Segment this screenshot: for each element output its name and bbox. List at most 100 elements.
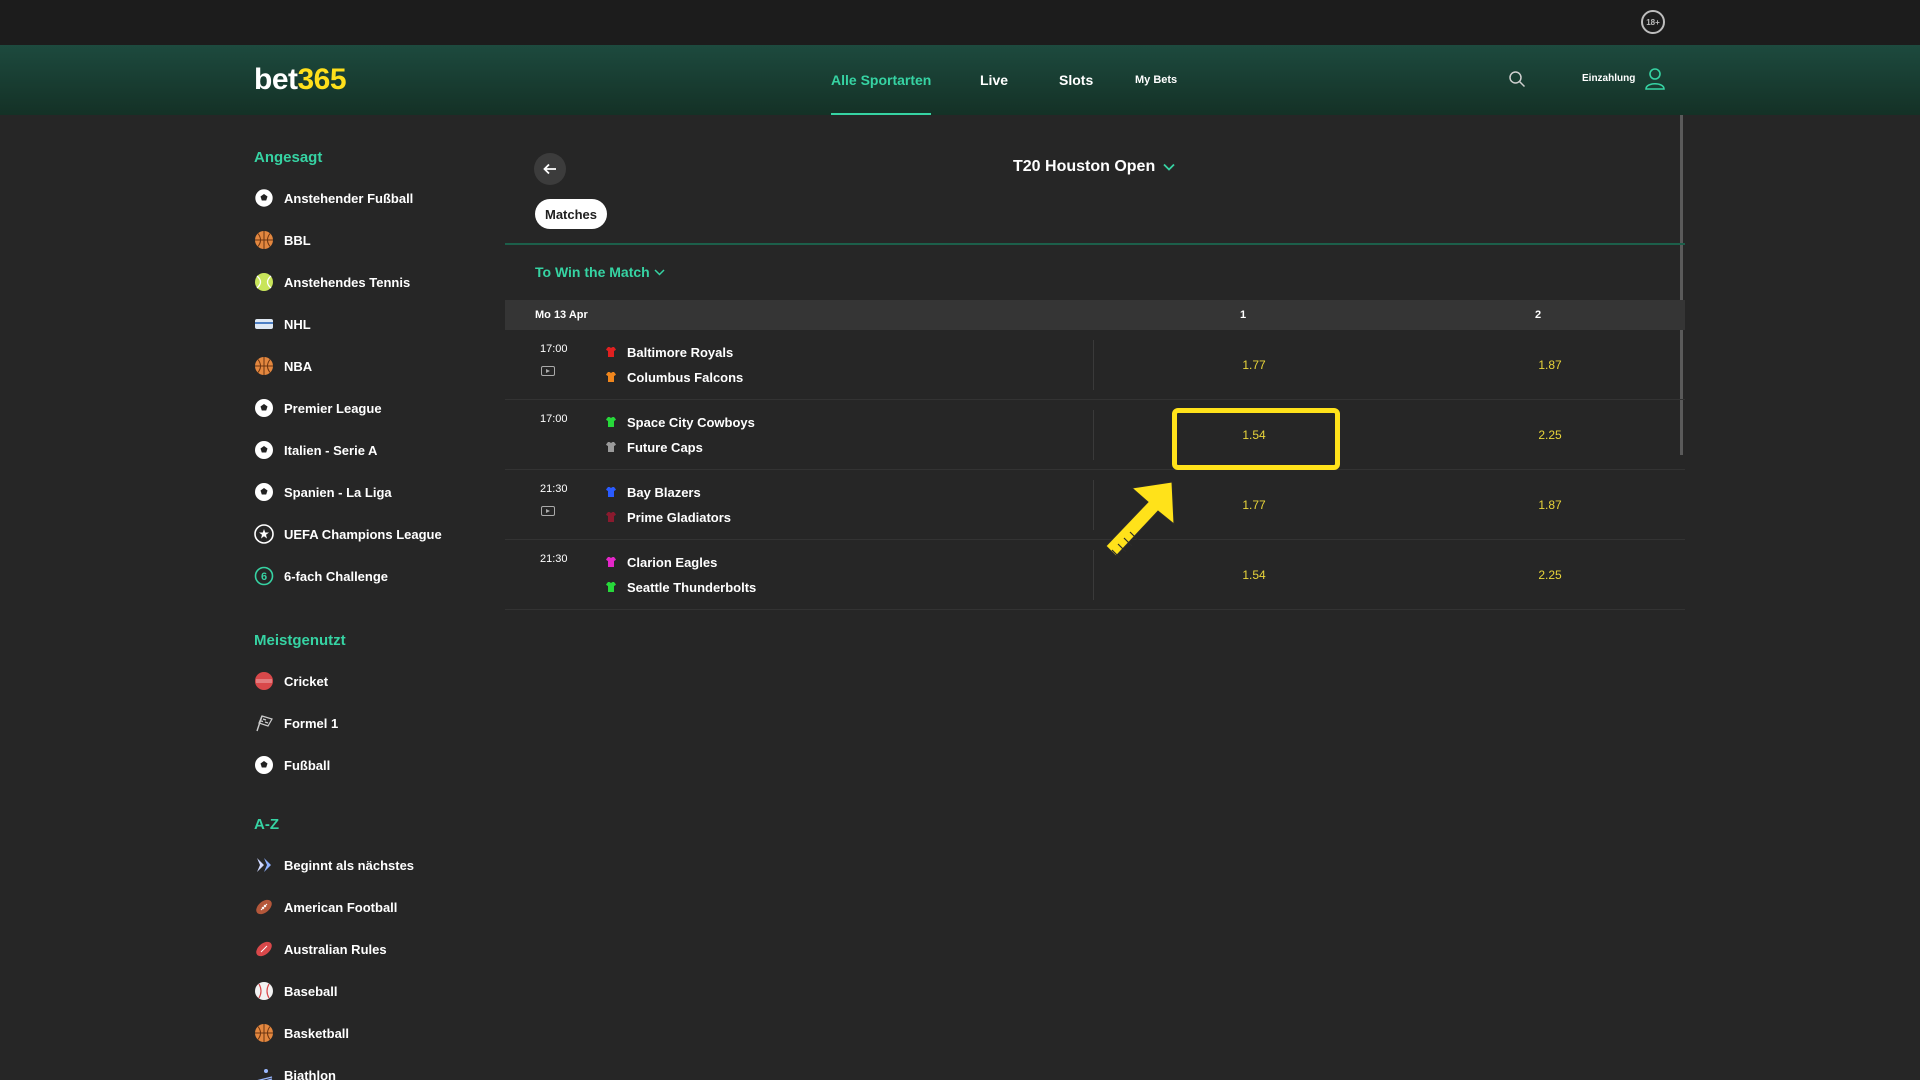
match-time: 17:00 xyxy=(540,343,568,355)
tennis-ball-icon xyxy=(254,272,274,292)
home-team[interactable]: Clarion Eagles xyxy=(605,554,717,570)
aussie-rules-icon xyxy=(254,939,274,959)
team-name: Prime Gladiators xyxy=(627,509,732,525)
sidebar-item-baseball[interactable]: Baseball xyxy=(254,979,337,1003)
team-name: Baltimore Royals xyxy=(627,344,734,360)
sidebar-item-label: Baseball xyxy=(284,983,338,999)
bet365-logo[interactable]: bet365 xyxy=(254,63,347,97)
sidebar-item-label: Anstehender Fußball xyxy=(284,190,414,206)
sidebar-item-upcoming-football[interactable]: Anstehender Fußball xyxy=(254,186,413,210)
search-icon[interactable] xyxy=(1508,70,1526,88)
column-divider xyxy=(1093,480,1094,530)
section-title-featured: Angesagt xyxy=(254,149,323,166)
team-shirt-icon xyxy=(606,487,616,497)
match-time: 17:00 xyxy=(540,413,568,425)
deposit-button[interactable]: Einzahlung xyxy=(1582,73,1635,84)
sidebar-item-bbl[interactable]: BBL xyxy=(254,228,311,252)
sidebar-item-nhl[interactable]: NHL xyxy=(254,312,311,336)
soccer-ball-icon xyxy=(254,398,274,418)
odds-button-1[interactable]: 1.77 xyxy=(1169,330,1339,400)
table-row[interactable]: 17:00 Baltimore Royals Columbus Falcons 1.7… xyxy=(505,330,1685,400)
cricket-ball-icon xyxy=(254,671,274,691)
live-stream-icon[interactable] xyxy=(541,506,555,516)
odds-button-2[interactable]: 1.87 xyxy=(1465,330,1635,400)
nav-slots[interactable]: Slots xyxy=(1059,45,1093,115)
racing-flag-icon xyxy=(254,713,274,733)
sidebar-item-label: American Football xyxy=(284,899,398,915)
soccer-ball-icon xyxy=(254,482,274,502)
home-team[interactable]: Space City Cowboys xyxy=(605,414,755,430)
highlight-box xyxy=(1172,408,1340,470)
main-header: bet365 Alle Sportarten Live Slots My Bet… xyxy=(0,45,1920,115)
date-label: Mo 13 Apr xyxy=(535,309,588,321)
table-row[interactable]: 21:30 Bay Blazers Prime Gladiators 1.77 1.87 xyxy=(505,470,1685,540)
market-selector[interactable]: To Win the Match xyxy=(535,264,665,280)
column-header-2: 2 xyxy=(1535,309,1542,321)
team-shirt-icon xyxy=(606,512,616,522)
column-divider xyxy=(1093,340,1094,390)
team-shirt-icon xyxy=(606,347,616,357)
nav-all-sports[interactable]: Alle Sportarten xyxy=(831,45,932,115)
sidebar-item-la-liga[interactable]: Spanien - La Liga xyxy=(254,480,392,504)
baseball-icon xyxy=(254,981,274,1001)
sidebar-item-label: Formel 1 xyxy=(284,715,339,731)
back-button[interactable] xyxy=(534,153,566,185)
sidebar-item-upcoming-tennis[interactable]: Anstehendes Tennis xyxy=(254,270,410,294)
team-name: Clarion Eagles xyxy=(627,554,718,570)
team-shirt-icon xyxy=(606,582,616,592)
nav-live[interactable]: Live xyxy=(980,45,1008,115)
top-strip: 18+ xyxy=(0,0,1920,45)
nav-my-bets[interactable]: My Bets xyxy=(1135,45,1177,115)
table-row[interactable]: 21:30 Clarion Eagles Seattle Thunderbolts 1… xyxy=(505,540,1685,610)
odds-button-2[interactable]: 1.87 xyxy=(1465,470,1635,540)
sidebar-item-label: Premier League xyxy=(284,400,382,416)
basketball-icon xyxy=(254,230,274,250)
team-name: Future Caps xyxy=(627,439,703,455)
sidebar-item-biathlon[interactable]: Biathlon xyxy=(254,1063,336,1080)
column-divider xyxy=(1093,410,1094,460)
sidebar-item-label: BBL xyxy=(284,232,311,248)
sidebar-item-serie-a[interactable]: Italien - Serie A xyxy=(254,438,377,462)
sports-sidebar xyxy=(0,115,505,1080)
chevron-down-icon xyxy=(654,268,665,276)
odds-button-1[interactable]: 1.77 xyxy=(1169,470,1339,540)
away-team[interactable]: Future Caps xyxy=(605,439,703,455)
sidebar-item-label: Biathlon xyxy=(284,1067,336,1080)
table-row[interactable]: 17:00 Space City Cowboys Future Caps 1.54 2.… xyxy=(505,400,1685,470)
ice-hockey-icon xyxy=(254,314,274,334)
live-stream-icon[interactable] xyxy=(541,366,555,376)
sidebar-item-starting-next[interactable]: Beginnt als nächstes xyxy=(254,853,414,877)
sidebar-item-cricket[interactable]: Cricket xyxy=(254,669,328,693)
column-header-1: 1 xyxy=(1240,309,1247,321)
basketball-icon xyxy=(254,356,274,376)
sidebar-item-label: NBA xyxy=(284,358,313,374)
soccer-ball-icon xyxy=(254,440,274,460)
home-team[interactable]: Baltimore Royals xyxy=(605,344,733,360)
sidebar-item-nba[interactable]: NBA xyxy=(254,354,312,378)
section-title-most-used: Meistgenutzt xyxy=(254,632,346,649)
away-team[interactable]: Seattle Thunderbolts xyxy=(605,579,756,595)
sidebar-item-6-challenge[interactable]: 6 6-fach Challenge xyxy=(254,564,388,588)
sidebar-item-basketball[interactable]: Basketball xyxy=(254,1021,349,1045)
home-team[interactable]: Bay Blazers xyxy=(605,484,701,500)
away-team[interactable]: Columbus Falcons xyxy=(605,369,743,385)
section-title-a-z: A-Z xyxy=(254,816,279,833)
sidebar-item-american-football[interactable]: American Football xyxy=(254,895,397,919)
sidebar-item-formula-1[interactable]: Formel 1 xyxy=(254,711,338,735)
column-divider xyxy=(1093,550,1094,600)
tab-matches[interactable]: Matches xyxy=(535,199,608,229)
competition-selector[interactable]: T20 Houston Open xyxy=(1013,158,1175,176)
team-shirt-icon xyxy=(606,372,616,382)
arrow-left-icon xyxy=(543,163,556,175)
odds-button-2[interactable]: 2.25 xyxy=(1465,540,1635,610)
odds-button-1[interactable]: 1.54 xyxy=(1169,540,1339,610)
sidebar-item-australian-rules[interactable]: Australian Rules xyxy=(254,937,387,961)
team-name: Seattle Thunderbolts xyxy=(627,579,757,595)
sidebar-item-champions-league[interactable]: UEFA Champions League xyxy=(254,522,442,546)
odds-button-2[interactable]: 2.25 xyxy=(1465,400,1635,470)
sidebar-item-premier-league[interactable]: Premier League xyxy=(254,396,382,420)
user-account-icon[interactable] xyxy=(1644,67,1666,91)
american-football-icon xyxy=(254,897,274,917)
away-team[interactable]: Prime Gladiators xyxy=(605,509,731,525)
sidebar-item-football[interactable]: Fußball xyxy=(254,753,330,777)
